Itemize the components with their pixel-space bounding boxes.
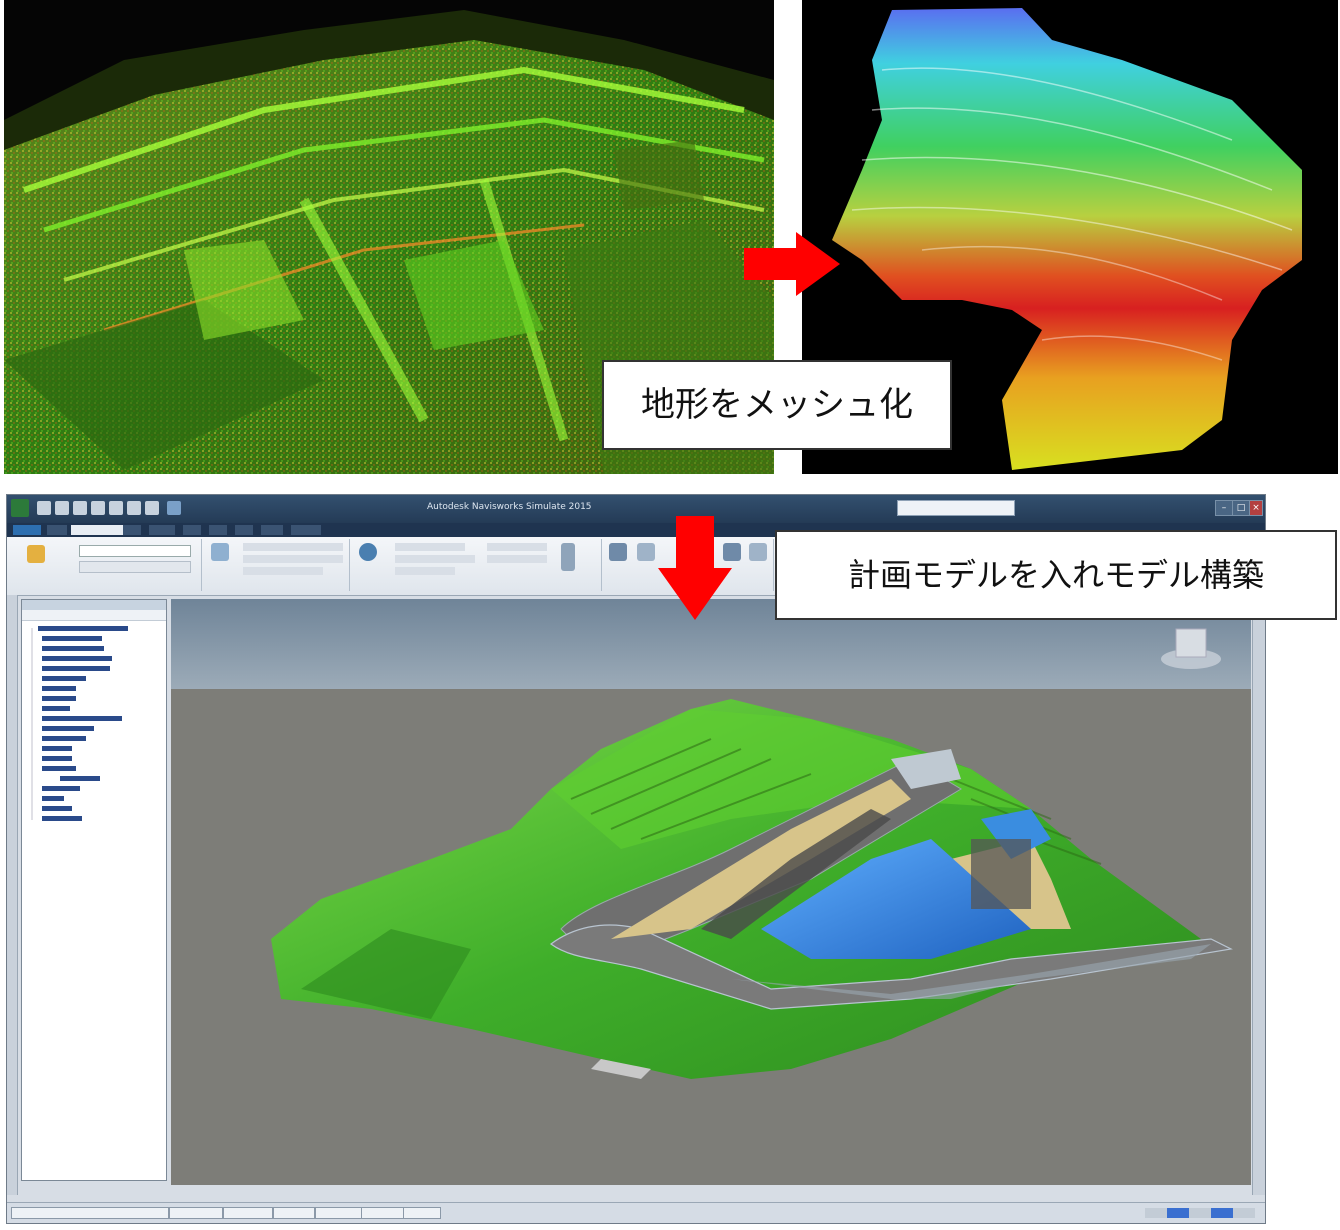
search-input[interactable]	[897, 500, 1015, 516]
status-bar	[7, 1202, 1265, 1223]
maximize-button[interactable]: □	[1232, 500, 1250, 516]
title-bar: Autodesk Navisworks Simulate 2015 – □ ×	[7, 495, 1265, 523]
arrow-down-icon	[658, 516, 732, 620]
selection-tree-dropdown[interactable]	[22, 610, 166, 621]
dropdown-field[interactable]	[79, 545, 191, 557]
undo-icon[interactable]	[109, 501, 123, 515]
tab-5[interactable]	[183, 525, 201, 535]
close-button[interactable]: ×	[1249, 500, 1263, 516]
tab-3[interactable]	[123, 525, 141, 535]
selection-tree-list[interactable]	[26, 624, 166, 844]
status-tab-6[interactable]	[361, 1207, 405, 1219]
tab-1[interactable]	[47, 525, 67, 535]
status-tab-2[interactable]	[169, 1207, 223, 1219]
tab-4[interactable]	[149, 525, 175, 535]
refresh-icon[interactable]	[145, 501, 159, 515]
realism-icon[interactable]	[561, 543, 575, 571]
ribbon-group-select	[203, 539, 350, 591]
lighting-icon[interactable]	[609, 543, 627, 561]
tab-2[interactable]	[71, 525, 123, 535]
status-tab-5[interactable]	[315, 1207, 363, 1219]
mesh-callout: 地形をメッシュ化	[602, 360, 952, 450]
print-icon[interactable]	[91, 501, 105, 515]
window-title: Autodesk Navisworks Simulate 2015	[427, 502, 592, 512]
redo-icon[interactable]	[127, 501, 141, 515]
orbit-icon[interactable]	[395, 567, 455, 575]
arrow-right-icon	[744, 232, 840, 296]
tab-app-menu[interactable]	[13, 525, 41, 535]
pan-icon[interactable]	[395, 543, 465, 551]
ribbon-group-project	[11, 539, 202, 591]
find-items-icon[interactable]	[243, 567, 323, 575]
camera-icon[interactable]	[749, 543, 767, 561]
append-icon[interactable]	[27, 545, 45, 563]
fly-icon[interactable]	[487, 555, 547, 563]
app-logo-icon[interactable]	[11, 499, 29, 517]
ribbon-group-navigate	[351, 539, 602, 591]
selection-tree-header	[22, 600, 166, 610]
mesh-callout-label: 地形をメッシュ化	[641, 385, 913, 425]
selection-tree-icon[interactable]	[243, 555, 343, 563]
select-icon[interactable]	[167, 501, 181, 515]
select-tool-icon[interactable]	[211, 543, 229, 561]
save-icon[interactable]	[73, 501, 87, 515]
minimize-button[interactable]: –	[1215, 500, 1233, 516]
3d-viewport[interactable]	[171, 599, 1251, 1185]
status-tab-7[interactable]	[403, 1207, 441, 1219]
tab-7[interactable]	[235, 525, 253, 535]
open-file-icon[interactable]	[55, 501, 69, 515]
walk-icon[interactable]	[487, 543, 547, 551]
tab-8[interactable]	[261, 525, 283, 535]
toolbar-buttons[interactable]	[79, 561, 191, 573]
status-tab-1[interactable]	[11, 1207, 169, 1219]
tab-6[interactable]	[209, 525, 227, 535]
3d-model-render	[171, 599, 1251, 1185]
render-style-icon[interactable]	[637, 543, 655, 561]
navigation-bar[interactable]	[1252, 595, 1265, 1195]
tab-9[interactable]	[291, 525, 321, 535]
status-indicators	[1145, 1208, 1255, 1218]
status-tab-4[interactable]	[273, 1207, 315, 1219]
model-callout: 計画モデルを入れモデル構築	[775, 530, 1337, 620]
zoom-icon[interactable]	[395, 555, 475, 563]
new-file-icon[interactable]	[37, 501, 51, 515]
left-dock-strip[interactable]	[7, 595, 18, 1195]
model-callout-label: 計画モデルを入れモデル構築	[847, 556, 1264, 594]
status-tab-3[interactable]	[223, 1207, 273, 1219]
steering-wheels-icon[interactable]	[359, 543, 377, 561]
select-same-icon[interactable]	[243, 543, 343, 551]
selection-tree-panel	[21, 599, 167, 1181]
